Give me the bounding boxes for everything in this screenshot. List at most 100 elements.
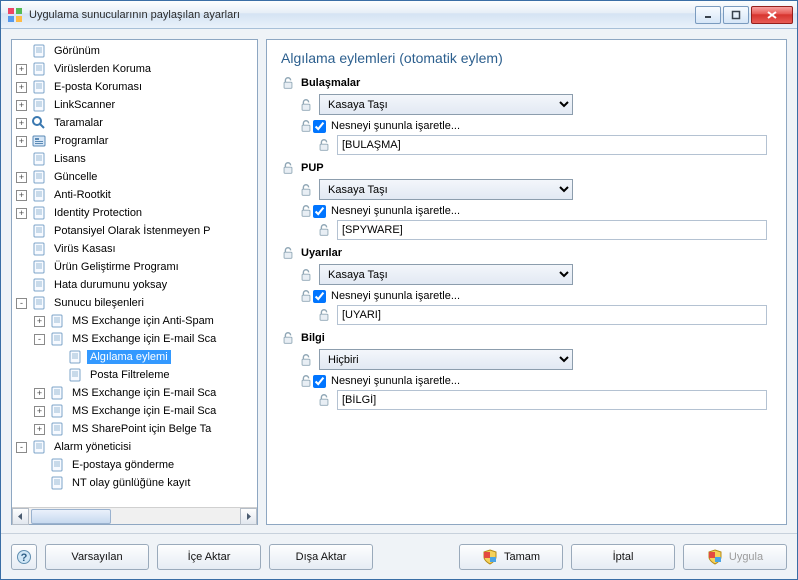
tree-item[interactable]: + Identity Protection — [12, 204, 257, 222]
tree-expander — [16, 244, 27, 255]
tree-expander[interactable]: + — [34, 388, 45, 399]
shield-apply-icon — [707, 549, 723, 565]
mark-text-input[interactable] — [337, 135, 767, 155]
tree-item[interactable]: +Virüslerden Koruma — [12, 60, 257, 78]
tree-item[interactable]: Algılama eylemi — [12, 348, 257, 366]
tree-item[interactable]: + MS Exchange için E-mail Sca — [12, 384, 257, 402]
section-title: PUP — [301, 162, 324, 174]
tree-item-label: Potansiyel Olarak İstenmeyen P — [51, 224, 214, 238]
tree-item[interactable]: Görünüm — [12, 42, 257, 60]
tree-item[interactable]: +Güncelle — [12, 168, 257, 186]
mark-label: Nesneyi şununla işaretle... — [331, 290, 460, 302]
padlock-icon — [299, 204, 313, 218]
tree-item[interactable]: -MS Exchange için E-mail Sca — [12, 330, 257, 348]
tree-expander[interactable]: + — [34, 424, 45, 435]
mark-checkbox[interactable] — [313, 375, 326, 388]
ok-button[interactable]: Tamam — [459, 544, 563, 570]
scroll-left-button[interactable] — [12, 508, 29, 525]
tree-item[interactable]: +Programlar — [12, 132, 257, 150]
tree-expander — [16, 262, 27, 273]
tree-expander[interactable]: + — [16, 208, 27, 219]
tree-item[interactable]: NT olay günlüğüne kayıt — [12, 474, 257, 492]
tree-item[interactable]: Ürün Geliştirme Programı — [12, 258, 257, 276]
scroll-right-button[interactable] — [240, 508, 257, 525]
padlock-icon — [281, 76, 295, 90]
padlock-icon — [281, 331, 295, 345]
action-select[interactable]: Hiçbiri — [319, 349, 573, 370]
action-select[interactable]: Kasaya Taşı — [319, 179, 573, 200]
tree-item-label: NT olay günlüğüne kayıt — [69, 476, 193, 490]
import-button[interactable]: İçe Aktar — [157, 544, 261, 570]
maximize-button[interactable] — [723, 6, 749, 24]
tree-item[interactable]: -Sunucu bileşenleri — [12, 294, 257, 312]
mark-checkbox[interactable] — [313, 290, 326, 303]
help-button[interactable]: ? — [11, 544, 37, 570]
padlock-icon — [317, 223, 331, 237]
tree-expander[interactable]: + — [16, 190, 27, 201]
tree-item[interactable]: E-postaya gönderme — [12, 456, 257, 474]
mark-label: Nesneyi şununla işaretle... — [331, 375, 460, 387]
page-icon — [31, 151, 47, 167]
scroll-thumb[interactable] — [31, 509, 111, 524]
tree-item[interactable]: +MS Exchange için E-mail Sca — [12, 402, 257, 420]
close-button[interactable] — [751, 6, 793, 24]
tree-item[interactable]: +LinkScanner — [12, 96, 257, 114]
padlock-icon — [317, 308, 331, 322]
settings-tree[interactable]: Görünüm+Virüslerden Koruma+E-posta Korum… — [11, 39, 258, 525]
padlock-icon — [317, 393, 331, 407]
tree-item-label: Hata durumunu yoksay — [51, 278, 170, 292]
tree-item-label: MS SharePoint için Belge Ta — [69, 422, 214, 436]
tree-expander[interactable]: + — [16, 172, 27, 183]
minimize-button[interactable] — [695, 6, 721, 24]
tree-horizontal-scrollbar[interactable] — [12, 507, 257, 524]
padlock-icon — [299, 268, 313, 282]
tree-expander[interactable]: - — [34, 334, 45, 345]
tree-expander[interactable]: + — [34, 316, 45, 327]
page-icon — [31, 187, 47, 203]
section-header: PUP — [281, 161, 772, 175]
tree-expander[interactable]: + — [16, 136, 27, 147]
page-icon — [49, 331, 65, 347]
padlock-icon — [299, 289, 313, 303]
tree-item[interactable]: Virüs Kasası — [12, 240, 257, 258]
tree-item[interactable]: -Alarm yöneticisi — [12, 438, 257, 456]
tree-item[interactable]: +Taramalar — [12, 114, 257, 132]
tree-item[interactable]: Lisans — [12, 150, 257, 168]
tree-item-label: Identity Protection — [51, 206, 145, 220]
mark-text-input[interactable] — [337, 220, 767, 240]
page-icon — [49, 421, 65, 437]
scroll-track[interactable] — [29, 508, 240, 525]
mark-text-input[interactable] — [337, 305, 767, 325]
tree-expander[interactable]: + — [16, 64, 27, 75]
tree-expander[interactable]: + — [16, 118, 27, 129]
tree-item-label: MS Exchange için E-mail Sca — [69, 386, 219, 400]
export-button[interactable]: Dışa Aktar — [269, 544, 373, 570]
mark-checkbox[interactable] — [313, 205, 326, 218]
tree-expander[interactable]: + — [16, 100, 27, 111]
tree-item[interactable]: Potansiyel Olarak İstenmeyen P — [12, 222, 257, 240]
page-icon — [67, 349, 83, 365]
scan-icon — [31, 115, 47, 131]
tree-expander[interactable]: + — [16, 82, 27, 93]
action-select[interactable]: Kasaya Taşı — [319, 94, 573, 115]
page-icon — [31, 97, 47, 113]
mark-text-input[interactable] — [337, 390, 767, 410]
tree-item[interactable]: + MS SharePoint için Belge Ta — [12, 420, 257, 438]
tree-expander[interactable]: - — [16, 442, 27, 453]
defaults-button[interactable]: Varsayılan — [45, 544, 149, 570]
action-select[interactable]: Kasaya Taşı — [319, 264, 573, 285]
tree-expander[interactable]: + — [34, 406, 45, 417]
tree-item[interactable]: Hata durumunu yoksay — [12, 276, 257, 294]
cancel-button[interactable]: İptal — [571, 544, 675, 570]
panel-heading: Algılama eylemleri (otomatik eylem) — [281, 50, 772, 66]
tree-item[interactable]: +E-posta Koruması — [12, 78, 257, 96]
tree-item[interactable]: Posta Filtreleme — [12, 366, 257, 384]
tree-expander[interactable]: - — [16, 298, 27, 309]
prog-icon — [31, 133, 47, 149]
apply-button[interactable]: Uygula — [683, 544, 787, 570]
tree-item[interactable]: +MS Exchange için Anti-Spam — [12, 312, 257, 330]
mark-label: Nesneyi şununla işaretle... — [331, 205, 460, 217]
mark-checkbox[interactable] — [313, 120, 326, 133]
tree-item[interactable]: +Anti-Rootkit — [12, 186, 257, 204]
tree-expander — [16, 226, 27, 237]
